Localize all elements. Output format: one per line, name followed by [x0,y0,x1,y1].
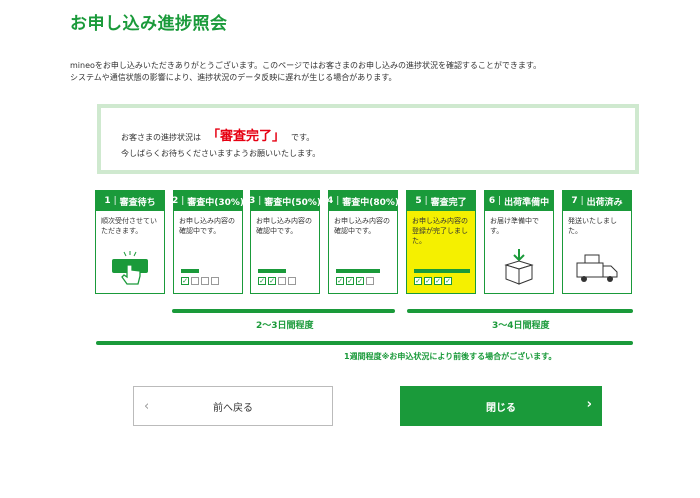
step-7-number: 7 [571,196,578,206]
timeline-label-c: 1週間程度※お申込状況により前後する場合がございます。 [344,352,557,361]
truck-icon [563,253,631,285]
empty-box-icon [211,277,219,285]
step-7-header: 7 | 出荷済み [563,191,631,211]
step-1-header: 1 | 審査待ち [96,191,164,211]
check-icon: ✓ [434,277,442,285]
step-6-label: 出荷準備中 [504,197,550,208]
empty-box-icon [366,277,374,285]
intro-line-1: mineoをお申し込みいただきありがとうございます。このページではお客さまのお申… [70,61,542,70]
step-7-text: 発送いたしました。 [568,217,617,235]
step-2-text: お申し込み内容の確認中です。 [179,217,235,235]
timeline-label-a: 2〜3日間程度 [256,321,314,331]
step-3-header: 3 | 審査中(50%) [248,191,322,211]
close-button-label: 閉じる [486,402,516,414]
check-icon: ✓ [444,277,452,285]
step-2: 2 | 審査中(30%) お申し込み内容の確認中です。 ✓ [171,190,245,294]
back-button[interactable]: ‹ 前へ戻る [133,386,333,426]
progress-bar [414,269,470,273]
page-title: お申し込み進捗照会 [70,14,228,34]
back-button-label: 前へ戻る [213,402,253,414]
step-5: 5 | 審査完了 お申し込み内容の登録が完了しました。 ✓ ✓ ✓ ✓ [406,190,476,294]
status-message: 今しばらくお待ちくださいますようお願いいたします。 [121,149,321,158]
check-icon: ✓ [414,277,422,285]
check-icon: ✓ [258,277,266,285]
empty-box-icon [201,277,209,285]
check-icon: ✓ [356,277,364,285]
status-line: お客さまの進捗状況は 「審査完了」 です。 [121,125,314,144]
timeline-bar-b [407,309,633,313]
step-1-label: 審査待ち [119,197,156,208]
step-4-meter: ✓ ✓ ✓ [336,269,397,285]
status-value: 「審査完了」 [207,129,286,144]
timeline-bar-c [96,341,633,345]
step-7: 7 | 出荷済み 発送いたしました。 [562,190,632,294]
progress-bar [336,269,380,273]
step-4-text: お申し込み内容の確認中です。 [334,217,390,235]
step-5-label: 審査完了 [430,197,467,208]
chevron-left-icon: ‹ [144,399,150,414]
step-5-number: 5 [415,196,422,206]
step-2-header: 2 | 審査中(30%) [171,191,245,211]
intro-line-2: システムや通信状態の影響により、進捗状況のデータ反映に遅れが生じる場合があります… [70,73,397,82]
status-prefix: お客さまの進捗状況は [121,133,201,142]
step-5-text: お申し込み内容の登録が完了しました。 [412,217,468,245]
step-2-label: 審査中(30%) [187,197,245,208]
step-3-label: 審査中(50%) [264,197,322,208]
progress-bar [181,269,199,273]
step-7-label: 出荷済み [586,197,623,208]
hand-tap-icon [96,251,164,285]
step-5-meter: ✓ ✓ ✓ ✓ [414,269,475,285]
step-6-text: お届け準備中です。 [490,217,539,235]
check-icon: ✓ [336,277,344,285]
timeline-label-b: 3〜4日間程度 [492,321,550,331]
step-1: 1 | 審査待ち 順次受付させていただきます。 [95,190,165,294]
intro-text: mineoをお申し込みいただきありがとうございます。このページではお客さまのお申… [70,60,541,84]
step-3: 3 | 審査中(50%) お申し込み内容の確認中です。 ✓ ✓ [248,190,322,294]
step-3-meter: ✓ ✓ [258,269,319,285]
step-6-number: 6 [488,196,496,206]
check-icon: ✓ [346,277,354,285]
timeline-bar-a [172,309,395,313]
step-1-number: 1 [104,196,111,206]
step-3-number: 3 [248,196,256,206]
step-4-number: 4 [326,196,334,206]
step-2-meter: ✓ [181,269,242,285]
step-5-header: 5 | 審査完了 [407,191,475,211]
progress-bar [258,269,286,273]
check-icon: ✓ [181,277,189,285]
step-2-number: 2 [171,196,179,206]
status-box: お客さまの進捗状況は 「審査完了」 です。 今しばらくお待ちくださいますようお願いい… [97,104,639,174]
step-6: 6 | 出荷準備中 お届け準備中です。 [484,190,554,294]
box-arrow-icon [485,249,553,285]
check-icon: ✓ [268,277,276,285]
step-3-text: お申し込み内容の確認中です。 [256,217,312,235]
check-icon: ✓ [424,277,432,285]
empty-box-icon [278,277,286,285]
close-button[interactable]: 閉じる › [400,386,602,426]
step-4-header: 4 | 審査中(80%) [326,191,400,211]
empty-box-icon [288,277,296,285]
chevron-right-icon: › [586,397,592,412]
status-suffix: です。 [291,133,315,142]
step-4: 4 | 審査中(80%) お申し込み内容の確認中です。 ✓ ✓ ✓ [326,190,400,294]
empty-box-icon [191,277,199,285]
step-1-text: 順次受付させていただきます。 [101,217,157,235]
step-4-label: 審査中(80%) [342,197,400,208]
step-6-header: 6 | 出荷準備中 [485,191,553,211]
